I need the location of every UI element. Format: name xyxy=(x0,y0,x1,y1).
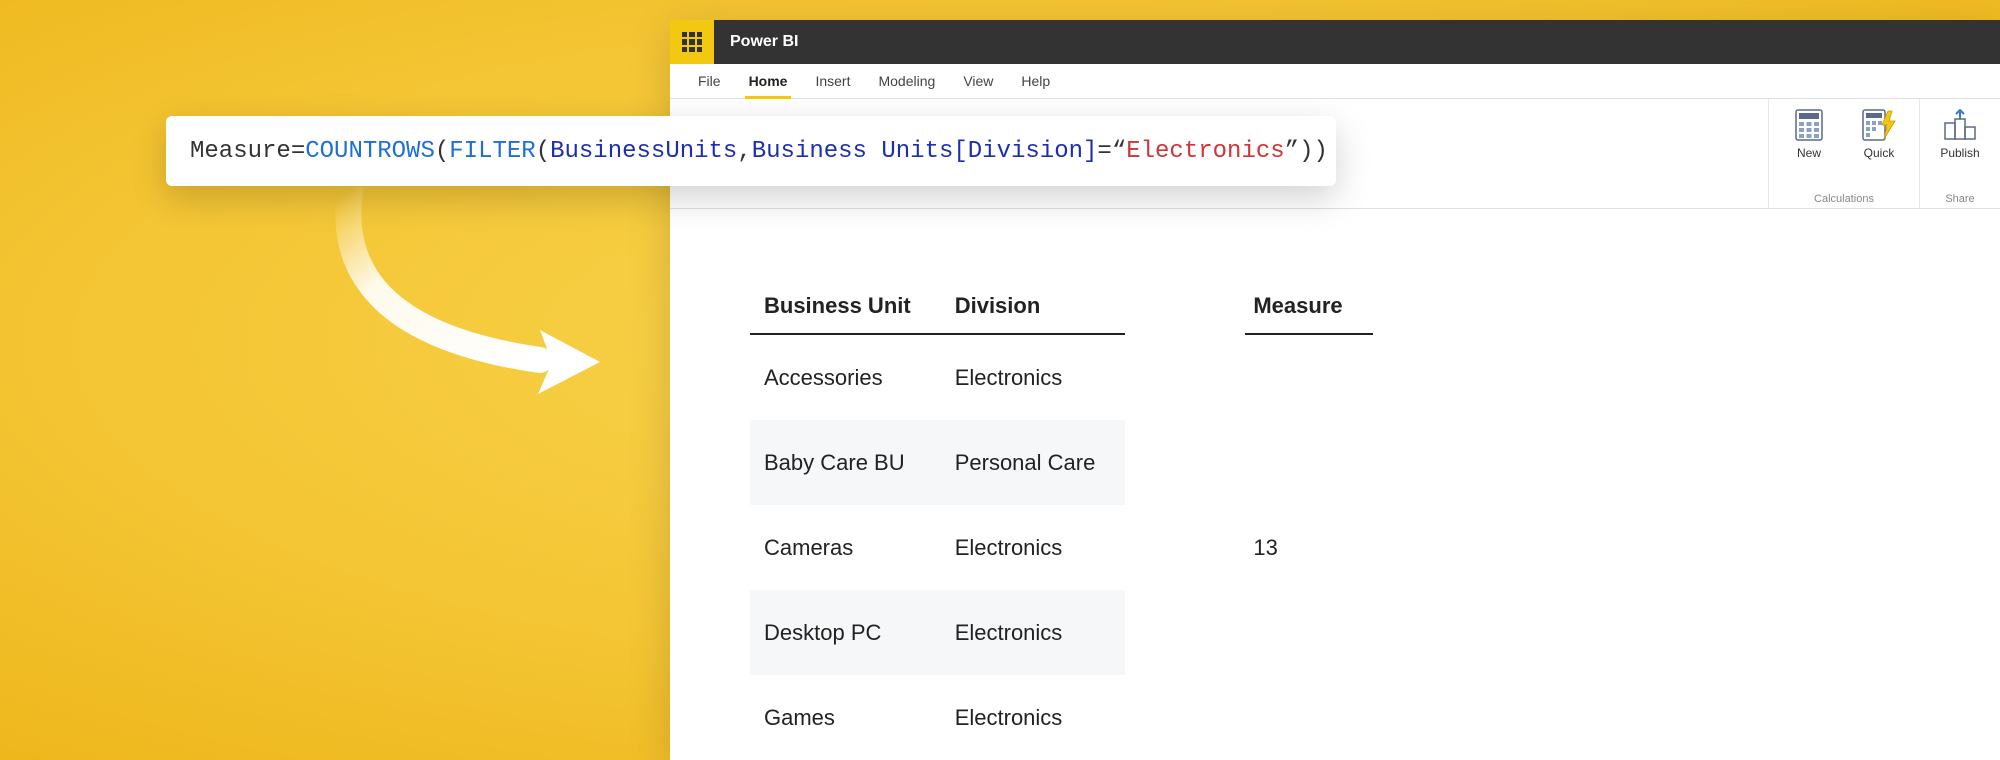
formula-string: Electronics xyxy=(1126,138,1284,165)
quick-measure-button[interactable]: Quick xyxy=(1849,105,1909,183)
formula-paren: ( xyxy=(536,138,550,165)
ribbon-label: New xyxy=(1797,147,1821,160)
report-canvas: Business Unit Division Accessories Elect… xyxy=(670,209,2000,760)
formula-column-ref: Division xyxy=(968,138,1083,165)
app-title: Power BI xyxy=(730,33,798,51)
formula-eq: = xyxy=(1097,138,1111,165)
formula-quote: ” xyxy=(1285,138,1299,165)
table-row: Desktop PC Electronics xyxy=(750,590,1125,675)
publish-button[interactable]: Publish xyxy=(1930,105,1990,183)
formula-paren: ) xyxy=(1313,138,1327,165)
cell-unit: Cameras xyxy=(750,505,941,590)
measure-value-cell: 13 xyxy=(1245,334,1372,760)
waffle-icon xyxy=(682,32,702,52)
menu-insert[interactable]: Insert xyxy=(801,64,864,99)
measure-card-table: Measure 13 xyxy=(1245,279,1372,760)
menu-view[interactable]: View xyxy=(949,64,1007,99)
calculator-lightning-icon xyxy=(1861,107,1897,143)
formula-bracket: ] xyxy=(1083,138,1097,165)
formula-function: COUNTROWS xyxy=(305,138,435,165)
ribbon-group-label: Share xyxy=(1945,193,1974,205)
cell-division: Electronics xyxy=(941,334,1126,420)
title-bar: Power BI xyxy=(670,20,2000,64)
table-row: Games Electronics xyxy=(750,675,1125,760)
formula-eq: = xyxy=(291,138,305,165)
cell-division: Personal Care xyxy=(941,420,1126,505)
ribbon-group-share: Publish Share xyxy=(1919,99,2000,209)
formula-table-ref: Business Units xyxy=(752,138,954,165)
formula-paren: ( xyxy=(435,138,449,165)
cell-division: Electronics xyxy=(941,505,1126,590)
cell-unit: Games xyxy=(750,675,941,760)
table-row: Baby Care BU Personal Care xyxy=(750,420,1125,505)
ribbon-label: Publish xyxy=(1940,147,1979,160)
cell-unit: Accessories xyxy=(750,334,941,420)
cell-division: Electronics xyxy=(941,675,1126,760)
ribbon-group-label: Calculations xyxy=(1814,193,1874,205)
formula-paren: ) xyxy=(1299,138,1313,165)
formula-comma: , xyxy=(737,138,751,165)
column-header-unit[interactable]: Business Unit xyxy=(750,279,941,334)
formula-function: FILTER xyxy=(449,138,535,165)
menu-help[interactable]: Help xyxy=(1007,64,1064,99)
formula-quote: “ xyxy=(1112,138,1126,165)
formula-lhs: Measure xyxy=(190,138,291,165)
publish-icon xyxy=(1942,107,1978,143)
column-header-division[interactable]: Division xyxy=(941,279,1126,334)
cell-division: Electronics xyxy=(941,590,1126,675)
ribbon-group-calculations: New xyxy=(1768,99,1919,209)
column-header-measure[interactable]: Measure xyxy=(1245,279,1372,334)
ribbon-label: Quick xyxy=(1864,147,1895,160)
callout-arrow-icon xyxy=(290,180,610,420)
new-measure-button[interactable]: New xyxy=(1779,105,1839,183)
menu-bar: File Home Insert Modeling View Help xyxy=(670,64,2000,99)
calculator-icon xyxy=(1791,107,1827,143)
formula-table-ref: BusinessUnits xyxy=(550,138,737,165)
menu-file[interactable]: File xyxy=(684,64,735,99)
business-units-table: Business Unit Division Accessories Elect… xyxy=(750,279,1125,760)
table-row: Cameras Electronics xyxy=(750,505,1125,590)
table-row: Accessories Electronics xyxy=(750,334,1125,420)
cell-unit: Desktop PC xyxy=(750,590,941,675)
menu-modeling[interactable]: Modeling xyxy=(864,64,949,99)
menu-home[interactable]: Home xyxy=(735,64,802,99)
dax-formula-bar[interactable]: Measure = COUNTROWS ( FILTER ( BusinessU… xyxy=(166,116,1336,186)
app-launcher-button[interactable] xyxy=(670,20,714,64)
cell-unit: Baby Care BU xyxy=(750,420,941,505)
formula-bracket: [ xyxy=(953,138,967,165)
